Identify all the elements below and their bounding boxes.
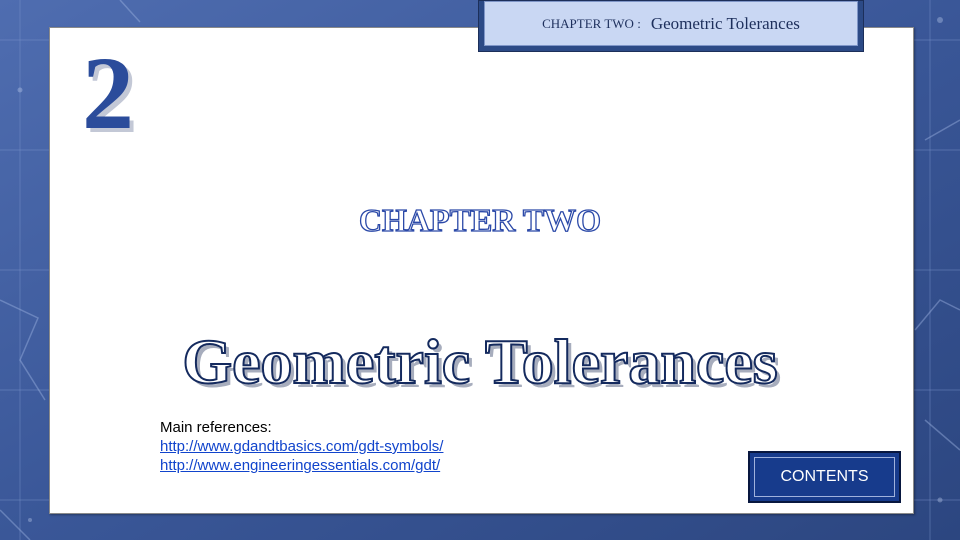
reference-link-engineeringessentials[interactable]: http://www.engineeringessentials.com/gdt… <box>160 456 443 475</box>
contents-button[interactable]: CONTENTS <box>748 451 901 503</box>
header-subject: Geometric Tolerances <box>650 13 800 33</box>
chapter-number: 2 <box>82 36 134 151</box>
reference-link-gdandtbasics[interactable]: http://www.gdandtbasics.com/gdt-symbols/ <box>160 437 443 456</box>
header-chapter-prefix: CHAPTER TWO : <box>542 15 641 31</box>
chapter-header-tab: CHAPTER TWO : Geometric Tolerances <box>478 0 864 52</box>
references-label: Main references: <box>160 419 272 436</box>
chapter-header-inner: CHAPTER TWO : Geometric Tolerances <box>484 1 858 46</box>
chapter-heading: CHAPTER TWO <box>358 202 602 238</box>
references-block: Main references: http://www.gdandtbasics… <box>160 418 443 475</box>
slide-title: Geometric Tolerances <box>181 326 778 397</box>
contents-button-label: CONTENTS <box>754 457 895 497</box>
